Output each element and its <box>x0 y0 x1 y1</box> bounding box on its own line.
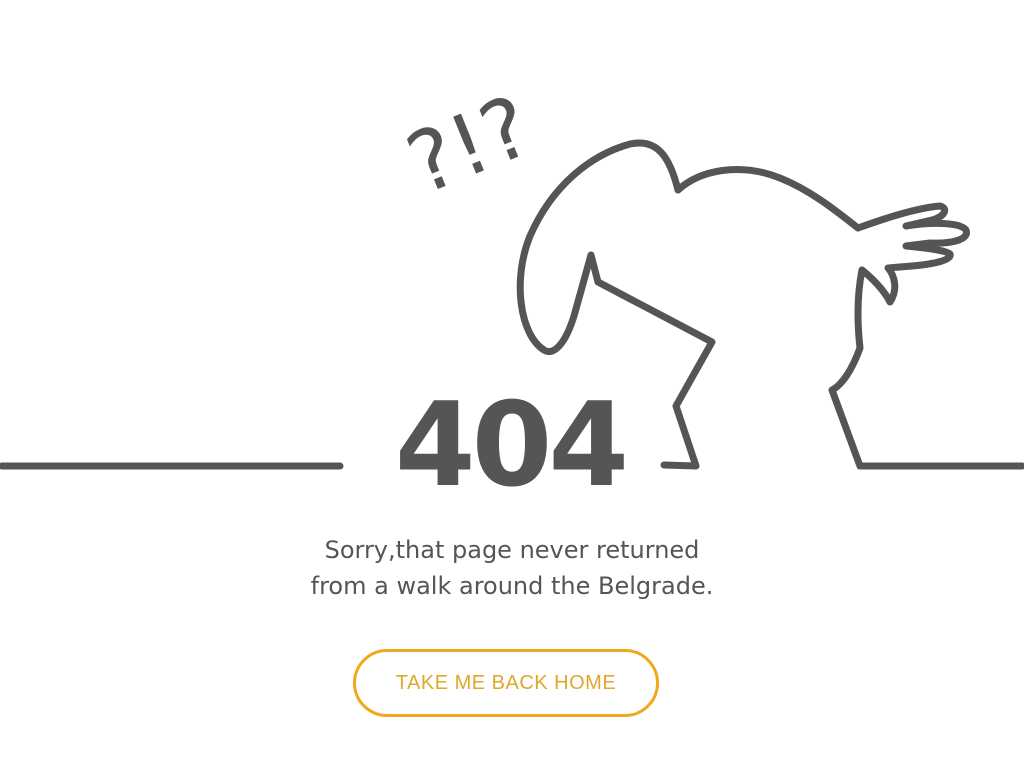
confusion-marks-text: ?!? <box>394 77 545 214</box>
error-page: ?!? 404 Sorry,that page never returned f… <box>0 0 1024 768</box>
error-code: 404 <box>394 378 629 513</box>
error-message-line-1: Sorry,that page never returned <box>324 536 700 564</box>
figure-tail <box>854 202 970 306</box>
error-message: Sorry,that page never returned from a wa… <box>212 532 812 604</box>
figure-arm <box>516 139 682 355</box>
confusion-marks-icon: ?!? <box>394 77 545 214</box>
figure-right-leg <box>828 266 1024 470</box>
figure-back <box>674 165 862 232</box>
error-message-line-2: from a walk around the Belgrade. <box>310 572 714 600</box>
take-me-home-button[interactable]: TAKE ME BACK HOME <box>353 649 659 717</box>
